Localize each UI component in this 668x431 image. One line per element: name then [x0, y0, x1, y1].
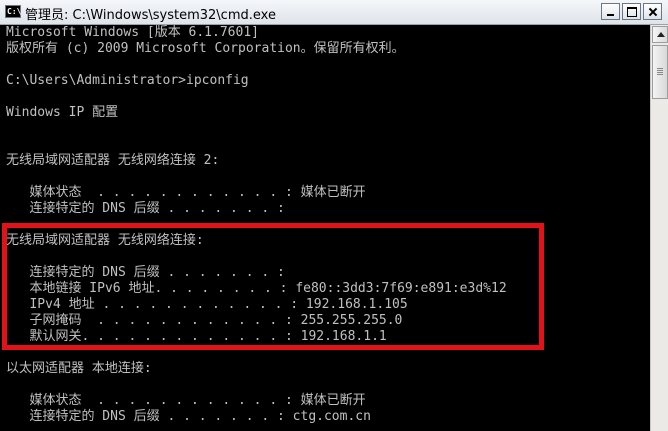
- cmd-window: C:\ 管理员: C:\Windows\system32\cmd.exe Mic…: [0, 0, 668, 431]
- console-output[interactable]: Microsoft Windows [版本 6.1.7601] 版权所有 (c)…: [6, 25, 644, 431]
- console-line: 本地链接 IPv6 地址. . . . . . . . : fe80::3dd3…: [6, 281, 507, 296]
- console-line: 无线局域网适配器 无线网络连接 2:: [6, 153, 220, 168]
- console-line: 子网掩码 . . . . . . . . . . . . : 255.255.2…: [6, 313, 403, 328]
- close-icon[interactable]: [643, 3, 662, 20]
- title-bar[interactable]: C:\ 管理员: C:\Windows\system32\cmd.exe: [0, 0, 668, 25]
- console-line: Microsoft Windows [版本 6.1.7601]: [6, 25, 259, 40]
- scroll-up-icon[interactable]: [652, 26, 668, 43]
- scrollbar-thumb[interactable]: [652, 45, 668, 99]
- console-line: C:\Users\Administrator>ipconfig: [6, 73, 249, 88]
- console-line: 默认网关. . . . . . . . . . . . . : 192.168.…: [6, 329, 387, 344]
- console-line: 以太网适配器 本地连接:: [6, 361, 152, 376]
- app-icon-text: C:\: [7, 7, 22, 16]
- window-title: 管理员: C:\Windows\system32\cmd.exe: [25, 8, 276, 23]
- console-line: 连接特定的 DNS 后缀 . . . . . . . : ctg.com.cn: [6, 409, 371, 424]
- console-line: 连接特定的 DNS 后缀 . . . . . . . :: [6, 265, 285, 280]
- cmd-app-icon[interactable]: C:\: [5, 5, 21, 18]
- console-line: 连接特定的 DNS 后缀 . . . . . . . :: [6, 201, 285, 216]
- console-line: 版权所有 (c) 2009 Microsoft Corporation。保留所有…: [6, 41, 405, 56]
- console-line: Windows IP 配置: [6, 105, 119, 120]
- console-line: 无线局域网适配器 无线网络连接:: [6, 233, 204, 248]
- vertical-scrollbar[interactable]: [650, 25, 668, 431]
- minimize-icon[interactable]: [601, 3, 620, 20]
- console-line: 媒体状态 . . . . . . . . . . . . : 媒体已断开: [6, 393, 366, 408]
- console-line: 媒体状态 . . . . . . . . . . . . : 媒体已断开: [6, 185, 366, 200]
- window-controls: [601, 3, 662, 20]
- maximize-icon[interactable]: [622, 3, 641, 20]
- console-line: IPv4 地址 . . . . . . . . . . . . : 192.16…: [6, 297, 408, 312]
